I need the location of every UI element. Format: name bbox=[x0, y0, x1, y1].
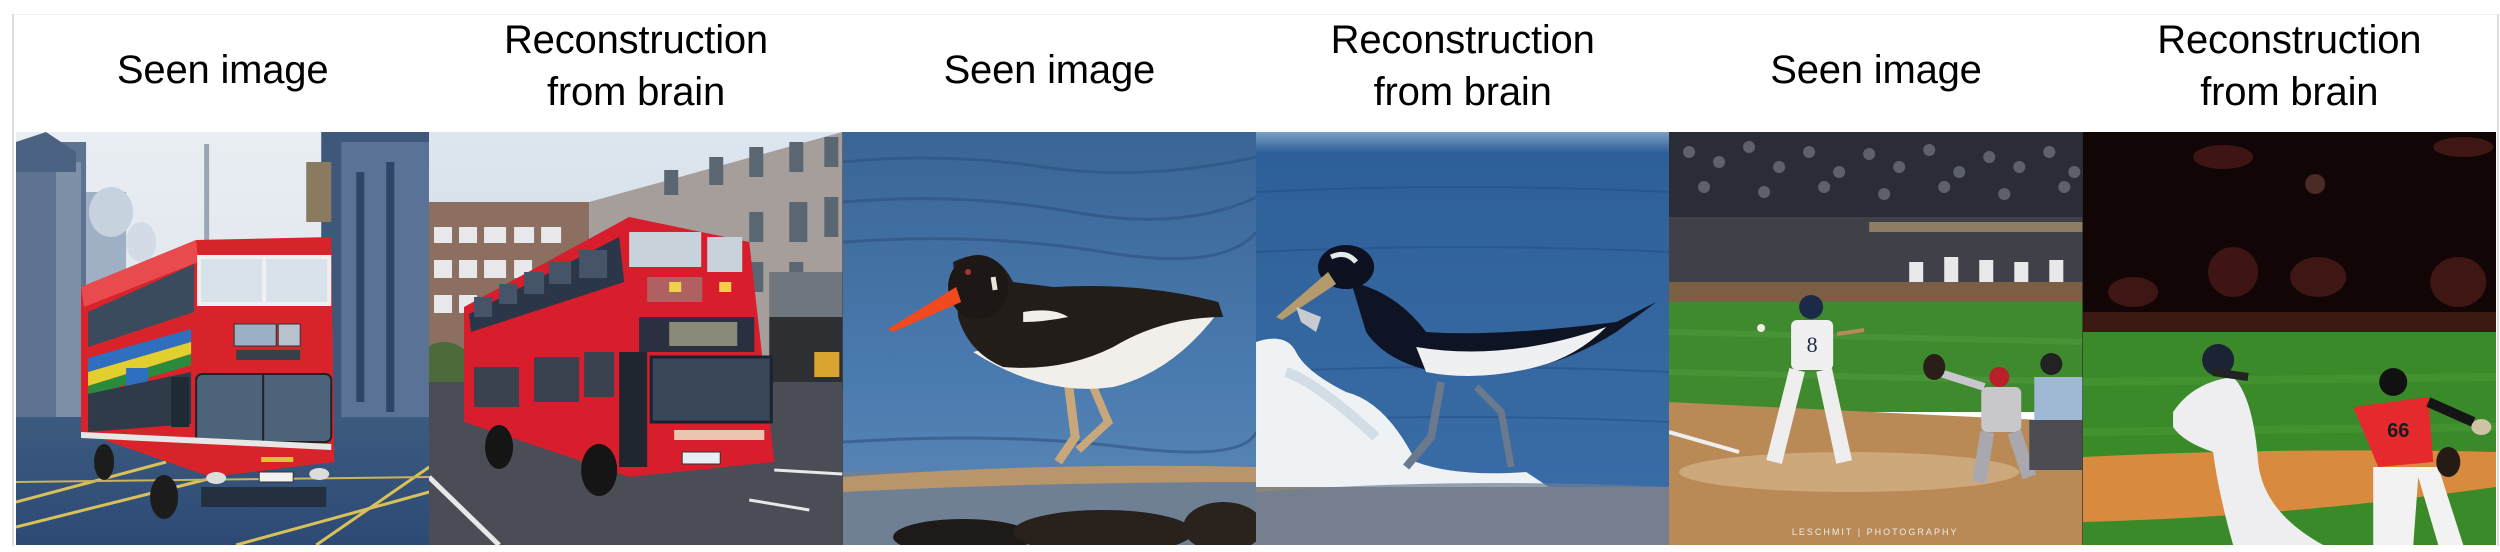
header-text-line2: from brain bbox=[2200, 70, 2379, 114]
header-text-line2: from brain bbox=[1373, 70, 1552, 114]
header-text-line1: Reconstruction bbox=[1330, 18, 1595, 62]
baseball-reconstruction-illustration: 66 bbox=[2082, 132, 2496, 545]
reconstruction-image-bird bbox=[1255, 132, 1670, 545]
header-text: Seen image bbox=[1770, 48, 1982, 92]
figure-frame-left bbox=[12, 14, 14, 546]
column-headers: Seen image Reconstruction from brain See… bbox=[16, 0, 2496, 132]
column-header-seen-2: Seen image bbox=[843, 0, 1256, 136]
header-text: Seen image bbox=[943, 48, 1156, 92]
column-header-seen-3: Seen image bbox=[1669, 0, 2082, 136]
photo-watermark: LESCHMIT | PHOTOGRAPHY bbox=[1792, 527, 1959, 537]
bird-photo-illustration bbox=[842, 132, 1256, 545]
reconstruction-image-baseball: 66 bbox=[2082, 132, 2496, 545]
column-header-seen-1: Seen image bbox=[16, 0, 429, 136]
seen-image-bird bbox=[842, 132, 1256, 545]
image-panels: 8 LESCHMIT | PHOTOGRAPHY 66 bbox=[16, 132, 2496, 545]
header-text-line1: Reconstruction bbox=[2157, 18, 2422, 62]
baseball-photo-illustration: 8 LESCHMIT | PHOTOGRAPHY bbox=[1669, 132, 2083, 545]
svg-text:66: 66 bbox=[2387, 420, 2409, 442]
reconstruction-image-bus bbox=[429, 132, 843, 545]
figure-frame-right bbox=[2497, 14, 2499, 546]
column-header-reconstruction-3: Reconstruction from brain bbox=[2083, 0, 2496, 132]
column-header-reconstruction-1: Reconstruction from brain bbox=[429, 0, 842, 132]
svg-text:8: 8 bbox=[1807, 332, 1818, 357]
header-text-line2: from brain bbox=[546, 70, 726, 114]
header-text-line1: Reconstruction bbox=[503, 18, 768, 62]
seen-image-bus bbox=[16, 132, 430, 545]
seen-image-baseball: 8 LESCHMIT | PHOTOGRAPHY bbox=[1669, 132, 2083, 545]
bus-photo-illustration bbox=[16, 132, 430, 545]
header-text: Seen image bbox=[116, 48, 329, 92]
bird-reconstruction-illustration bbox=[1255, 132, 1670, 545]
bus-reconstruction-illustration bbox=[429, 132, 843, 545]
column-header-reconstruction-2: Reconstruction from brain bbox=[1256, 0, 1669, 132]
